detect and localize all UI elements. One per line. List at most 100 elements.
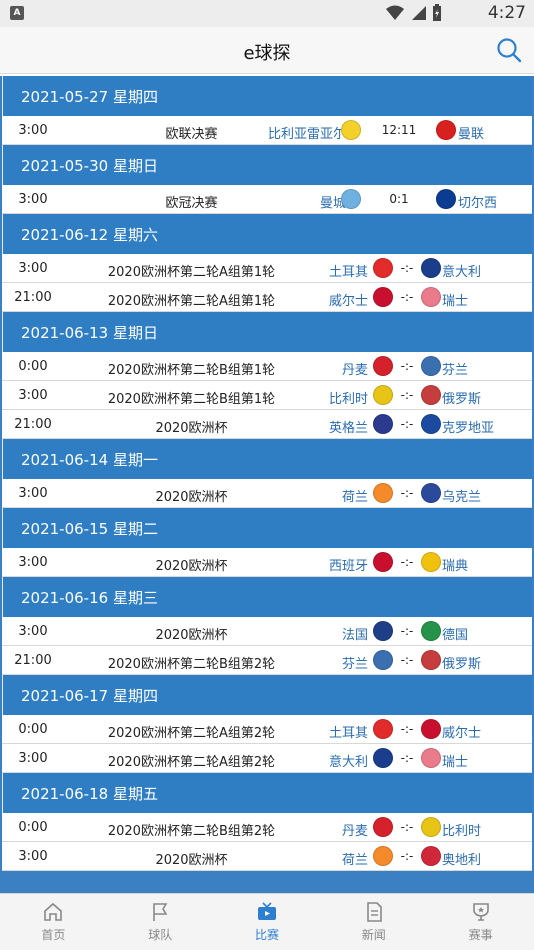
away-team-logo-icon	[421, 650, 441, 670]
away-team-logo-icon	[421, 385, 441, 405]
home-team-link[interactable]: 英格兰	[329, 417, 368, 436]
away-team-link[interactable]: 俄罗斯	[442, 388, 481, 407]
home-team-link[interactable]: 荷兰	[342, 486, 368, 505]
match-score: 12:11	[381, 123, 417, 137]
away-team-link[interactable]: 乌克兰	[442, 486, 481, 505]
tab-events[interactable]: 赛事	[427, 894, 534, 950]
away-team-link[interactable]: 俄罗斯	[442, 653, 481, 672]
match-row[interactable]: 3:00 2020欧洲杯第二轮B组第1轮 比利时 -:- 俄罗斯	[2, 381, 532, 410]
away-team-link[interactable]: 奥地利	[442, 849, 481, 868]
status-time: 4:27	[487, 3, 526, 23]
match-row[interactable]: 21:00 2020欧洲杯第二轮A组第1轮 威尔士 -:- 瑞士	[2, 283, 532, 312]
tv-icon	[257, 902, 276, 920]
match-score: -:-	[400, 653, 414, 667]
away-team-link[interactable]: 克罗地亚	[442, 417, 494, 436]
home-team-link[interactable]: 丹麦	[342, 359, 368, 378]
match-row[interactable]: 21:00 2020欧洲杯第二轮B组第2轮 芬兰 -:- 俄罗斯	[2, 646, 532, 675]
match-league: 2020欧洲杯	[155, 628, 228, 643]
tab-events-label: 赛事	[468, 928, 493, 942]
match-row[interactable]: 3:00 2020欧洲杯第二轮A组第1轮 土耳其 -:- 意大利	[2, 254, 532, 283]
home-team-logo-icon	[373, 356, 393, 376]
match-league: 2020欧洲杯第二轮A组第1轮	[107, 294, 276, 309]
home-icon	[44, 902, 63, 921]
away-team-logo-icon	[421, 719, 441, 739]
away-team-logo-icon	[421, 846, 441, 866]
match-row[interactable]: 3:00 欧冠决赛 曼城 0:1 切尔西	[2, 185, 532, 214]
match-league: 2020欧洲杯第二轮B组第2轮	[107, 657, 276, 672]
home-team-link[interactable]: 比利时	[329, 388, 368, 407]
match-league: 欧冠决赛	[165, 196, 218, 211]
home-team-link[interactable]: 芬兰	[342, 653, 368, 672]
search-icon[interactable]	[496, 37, 522, 63]
match-row[interactable]: 3:00 2020欧洲杯 法国 -:- 德国	[2, 617, 532, 646]
match-league: 2020欧洲杯	[155, 490, 228, 505]
trophy-icon	[472, 903, 489, 921]
match-list[interactable]: 2021-05-27 星期四 3:00 欧联决赛 比利亚雷亚尔 12:11 曼联 2021-…	[0, 76, 534, 893]
match-score: -:-	[400, 290, 414, 304]
home-team-link[interactable]: 西班牙	[329, 555, 368, 574]
home-team-logo-icon	[373, 287, 393, 307]
tab-home[interactable]: 首页	[0, 894, 107, 950]
match-row[interactable]: 3:00 2020欧洲杯第二轮A组第2轮 意大利 -:- 瑞士	[2, 744, 532, 773]
match-row[interactable]: 0:00 2020欧洲杯第二轮B组第1轮 丹麦 -:- 芬兰	[2, 352, 532, 381]
home-team-link[interactable]: 土耳其	[329, 261, 368, 280]
match-row[interactable]: 0:00 2020欧洲杯第二轮A组第2轮 土耳其 -:- 威尔士	[2, 715, 532, 744]
match-row[interactable]: 3:00 2020欧洲杯 荷兰 -:- 奥地利	[2, 842, 532, 871]
match-score: -:-	[400, 722, 414, 736]
away-team-link[interactable]: 瑞士	[442, 751, 468, 770]
match-row[interactable]: 3:00 2020欧洲杯 西班牙 -:- 瑞典	[2, 548, 532, 577]
home-team-link[interactable]: 法国	[342, 624, 368, 643]
away-team-link[interactable]: 德国	[442, 624, 468, 643]
away-team-link[interactable]: 曼联	[458, 123, 484, 142]
away-team-link[interactable]: 威尔士	[442, 722, 481, 741]
tab-matches[interactable]: 比赛	[214, 894, 321, 950]
match-row[interactable]: 3:00 2020欧洲杯 荷兰 -:- 乌克兰	[2, 479, 532, 508]
away-team-link[interactable]: 瑞士	[442, 290, 468, 309]
home-team-link[interactable]: 丹麦	[342, 820, 368, 839]
away-team-logo-icon	[421, 258, 441, 278]
match-league: 2020欧洲杯	[155, 421, 228, 436]
home-team-logo-icon	[373, 385, 393, 405]
away-team-logo-icon	[436, 189, 456, 209]
notification-icon: A	[10, 6, 24, 20]
date-header: 2021-06-14 星期一	[2, 439, 532, 479]
tab-news[interactable]: 新闻	[320, 894, 427, 950]
tab-teams[interactable]: 球队	[107, 894, 214, 950]
away-team-link[interactable]: 切尔西	[458, 192, 497, 211]
home-team-link[interactable]: 荷兰	[342, 849, 368, 868]
away-team-link[interactable]: 芬兰	[442, 359, 468, 378]
home-team-logo-icon	[341, 120, 361, 140]
away-team-link[interactable]: 瑞典	[442, 555, 468, 574]
match-row[interactable]: 0:00 2020欧洲杯第二轮B组第2轮 丹麦 -:- 比利时	[2, 813, 532, 842]
match-time: 3:00	[18, 123, 48, 138]
match-league: 2020欧洲杯第二轮B组第2轮	[107, 824, 276, 839]
match-league: 2020欧洲杯第二轮B组第1轮	[107, 363, 276, 378]
home-team-link[interactable]: 土耳其	[329, 722, 368, 741]
date-header: 2021-05-27 星期四	[2, 76, 532, 116]
match-time: 21:00	[14, 653, 52, 668]
bottom-nav: 首页 球队 比赛 新闻 赛事	[0, 893, 534, 950]
date-header: 2021-06-12 星期六	[2, 214, 532, 254]
tab-news-label: 新闻	[361, 928, 386, 942]
match-time: 3:00	[18, 192, 48, 207]
away-team-logo-icon	[421, 414, 441, 434]
away-team-logo-icon	[421, 287, 441, 307]
match-score: 0:1	[389, 192, 409, 206]
match-score: -:-	[400, 555, 414, 569]
home-team-link[interactable]: 意大利	[329, 751, 368, 770]
tab-matches-label: 比赛	[254, 928, 279, 942]
match-row[interactable]: 21:00 2020欧洲杯 英格兰 -:- 克罗地亚	[2, 410, 532, 439]
away-team-logo-icon	[421, 817, 441, 837]
date-header: 2021-05-30 星期日	[2, 145, 532, 185]
away-team-link[interactable]: 比利时	[442, 820, 481, 839]
date-header: 2021-06-18 星期五	[2, 773, 532, 813]
away-team-logo-icon	[421, 748, 441, 768]
home-team-logo-icon	[373, 621, 393, 641]
match-league: 2020欧洲杯第二轮B组第1轮	[107, 392, 276, 407]
home-team-link[interactable]: 比利亚雷亚尔	[268, 123, 346, 142]
home-team-link[interactable]: 威尔士	[329, 290, 368, 309]
match-row[interactable]: 3:00 欧联决赛 比利亚雷亚尔 12:11 曼联	[2, 116, 532, 145]
away-team-link[interactable]: 意大利	[442, 261, 481, 280]
match-score: -:-	[400, 820, 414, 834]
match-time: 3:00	[18, 849, 48, 864]
